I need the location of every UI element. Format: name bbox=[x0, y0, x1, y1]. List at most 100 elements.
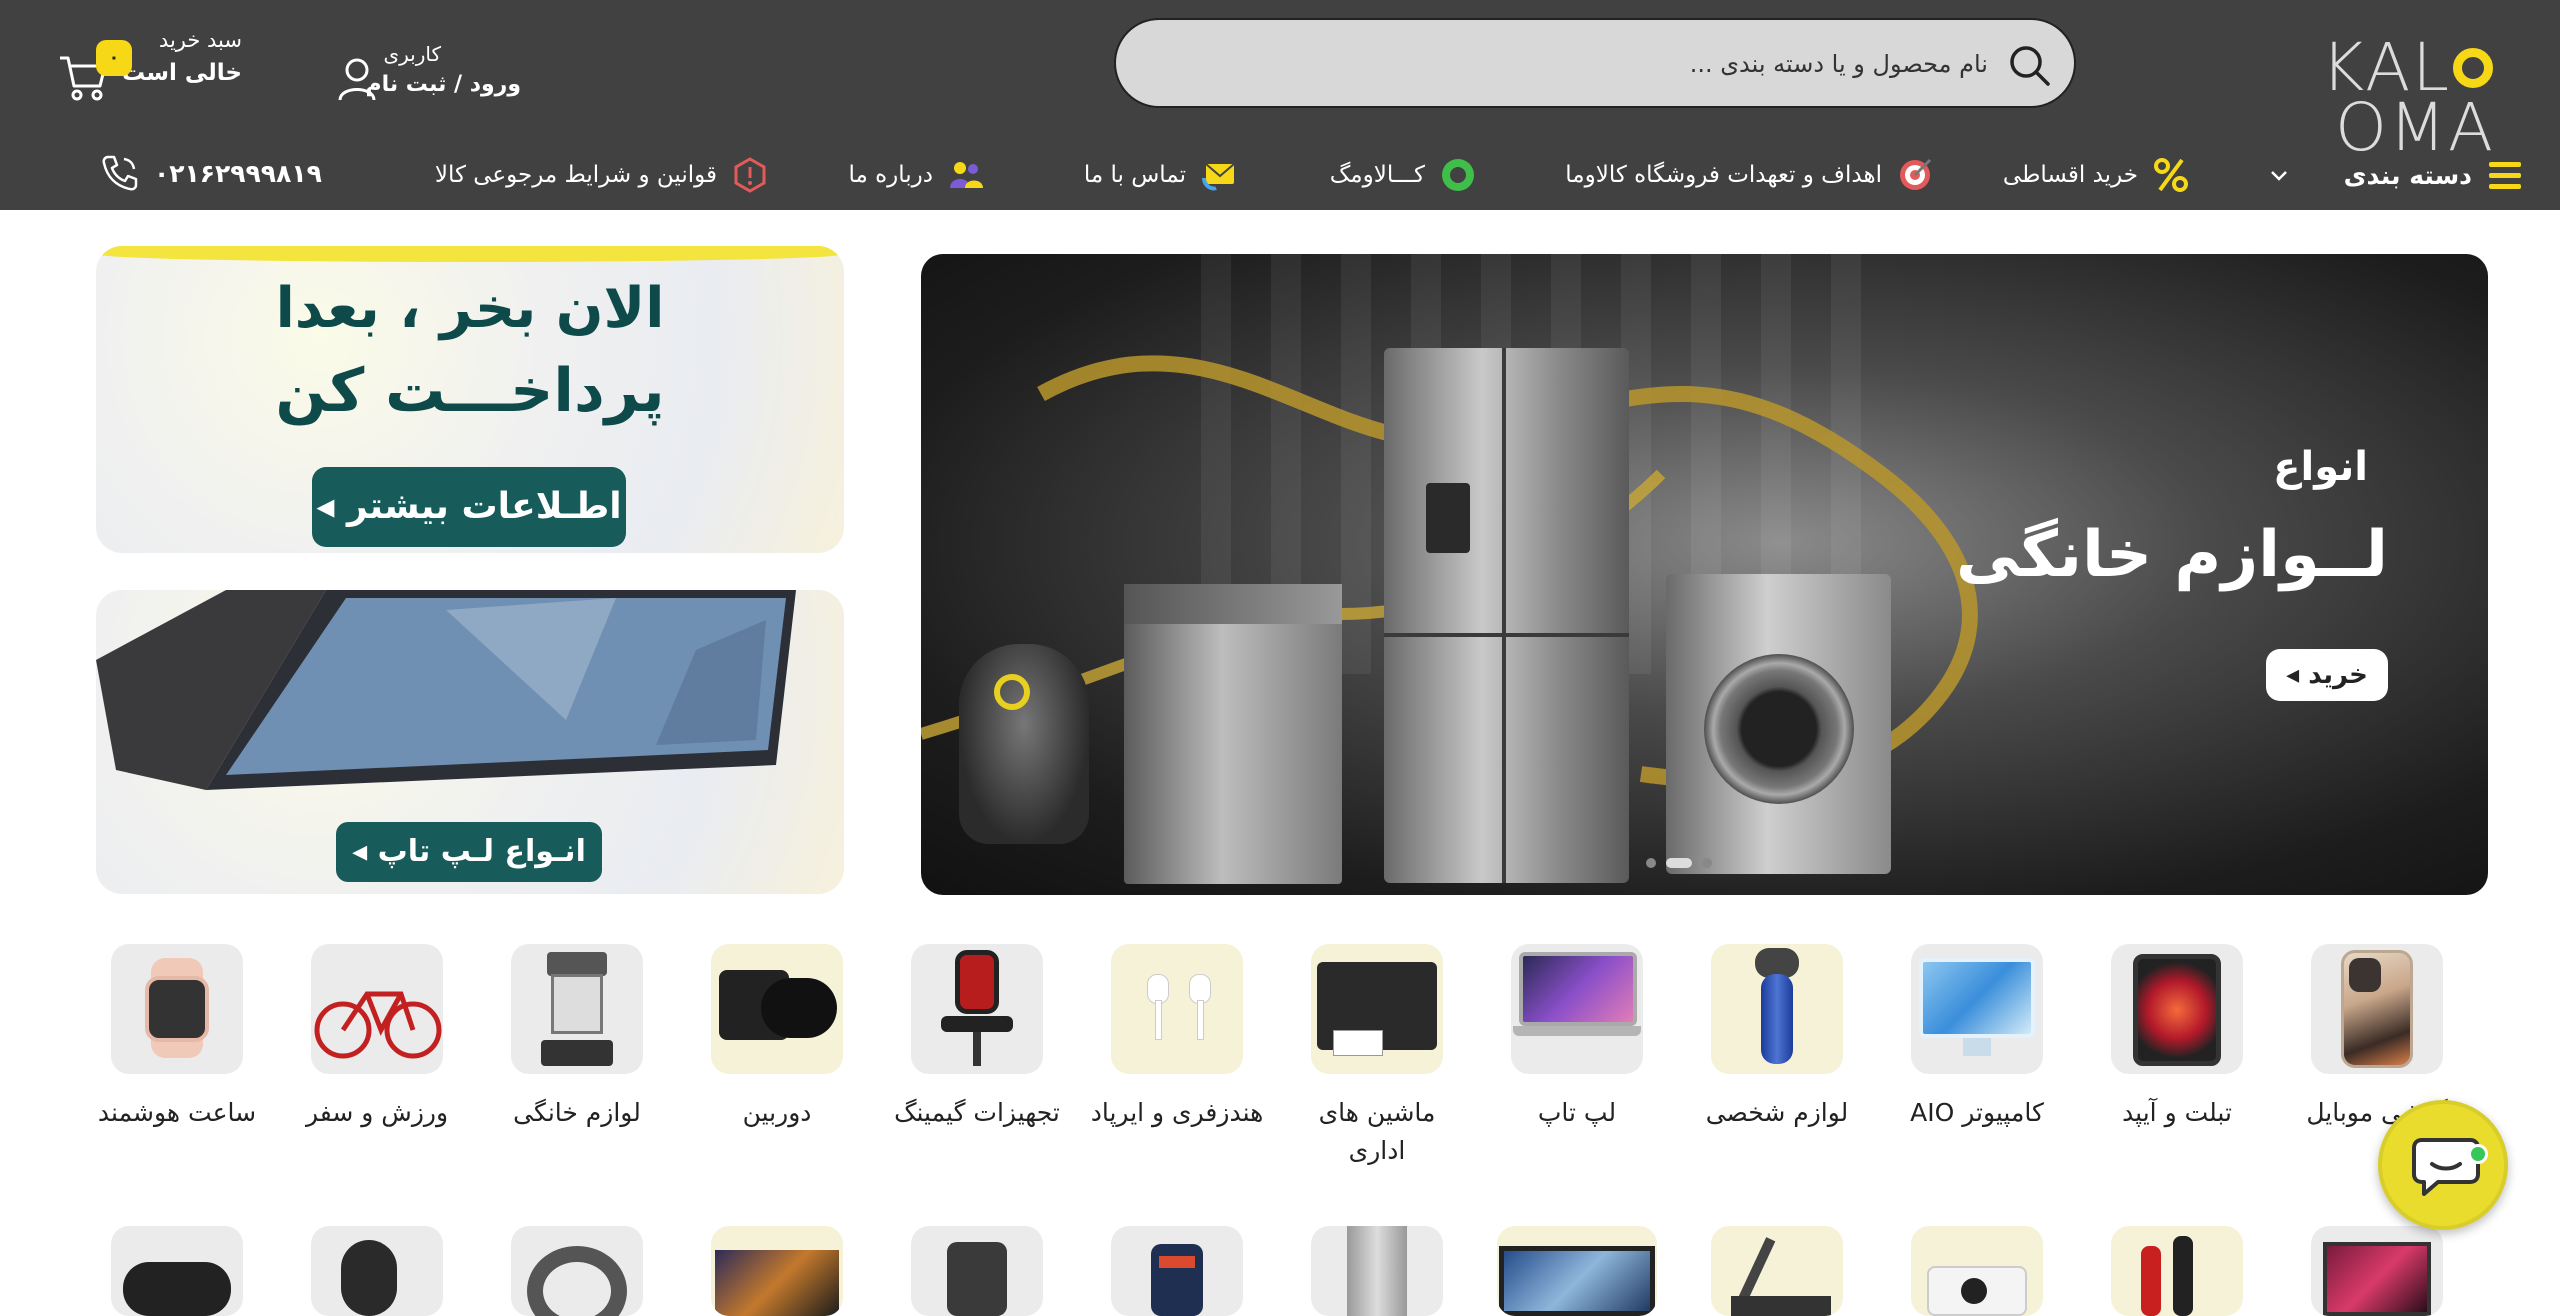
chevron-down-icon bbox=[2270, 171, 2287, 181]
category-thumb-headset[interactable] bbox=[487, 1226, 667, 1316]
slider-dot-active[interactable] bbox=[1666, 858, 1692, 868]
logo[interactable]: KALOMA bbox=[2165, 35, 2495, 161]
category-thumb bbox=[1711, 944, 1843, 1074]
cart-status: خالی است bbox=[122, 60, 242, 86]
category-label: تجهیزات گیمینگ bbox=[894, 1098, 1060, 1127]
more-info-button[interactable]: اطـلاعات بیشتر ◂ bbox=[312, 467, 626, 547]
category-thumb-monitor[interactable] bbox=[687, 1226, 867, 1316]
category-laptop[interactable]: لپ تاپ bbox=[1487, 944, 1667, 1132]
category-thumb bbox=[2111, 944, 2243, 1074]
nav-goals-label: اهداف و تعهدات فروشگاه کالاوما bbox=[1565, 162, 1882, 188]
team-icon bbox=[950, 162, 983, 188]
nav-installment-label: خرید اقساطی bbox=[2002, 162, 2138, 188]
category-earphones[interactable]: هندزفری و ایرپاد bbox=[1087, 944, 1267, 1132]
nav-categories[interactable]: دسته بندی bbox=[2268, 150, 2524, 200]
logo-ring-icon bbox=[2453, 48, 2493, 88]
category-thumb-fridge[interactable] bbox=[1287, 1226, 1467, 1316]
category-thumb-gaming-laptop[interactable] bbox=[2287, 1226, 2467, 1316]
promo-laptop-banner[interactable]: انـواع لـپ تاپ ◂ bbox=[96, 590, 844, 894]
search-input[interactable] bbox=[1228, 42, 1988, 86]
top-bar: KALOMA کاربری ورود / ثبت نام سبد خرید خا… bbox=[0, 0, 2560, 161]
category-thumb bbox=[1111, 944, 1243, 1074]
category-thumb bbox=[111, 944, 243, 1074]
category-label: لوازم خانگی bbox=[513, 1098, 641, 1127]
category-camera[interactable]: دوربین bbox=[687, 944, 867, 1132]
search-icon[interactable] bbox=[2006, 42, 2052, 88]
category-gaming[interactable]: تجهیزات گیمینگ bbox=[887, 944, 1067, 1132]
category-label: لپ تاپ bbox=[1537, 1098, 1617, 1127]
category-tablet[interactable]: تبلت و آیپد bbox=[2087, 944, 2267, 1132]
category-thumb bbox=[511, 944, 643, 1074]
category-thumb bbox=[2311, 944, 2443, 1074]
slider-dot[interactable] bbox=[1646, 858, 1656, 868]
search-box[interactable] bbox=[1114, 18, 2076, 108]
promo1-line2: پرداخـــت کن bbox=[275, 356, 665, 426]
category-aio-computer[interactable]: کامپیوتر AIO bbox=[1887, 944, 2067, 1132]
online-status-dot bbox=[2468, 1144, 2488, 1164]
category-smartwatch[interactable]: ساعت هوشمند bbox=[87, 944, 267, 1132]
nav-rules[interactable]: قوانین و شرایط مرجوعی کالا bbox=[435, 150, 769, 200]
hero-subtitle: انواع bbox=[2273, 444, 2368, 490]
cart[interactable]: سبد خرید خالی است ۰ bbox=[58, 28, 258, 108]
nav-goals[interactable]: اهداف و تعهدات فروشگاه کالاوما bbox=[1565, 150, 1934, 200]
nav-about[interactable]: درباره ما bbox=[848, 150, 985, 200]
category-row: ساعت هوشمند ورزش و سفر لوازم خانگی دوربی… bbox=[0, 944, 2560, 1204]
nav-blog[interactable]: کـــالاومگ bbox=[1330, 150, 1477, 200]
category-thumb-speaker[interactable] bbox=[87, 1226, 267, 1316]
hero-buy-button[interactable]: خرید ◂ bbox=[2266, 649, 2388, 701]
login-register-link[interactable]: ورود / ثبت نام bbox=[366, 72, 522, 97]
laptop-image bbox=[96, 590, 796, 790]
promo1-line1: الان بخر ، بعدا bbox=[275, 276, 665, 341]
user-account[interactable]: کاربری ورود / ثبت نام bbox=[336, 38, 536, 108]
user-icon bbox=[338, 58, 376, 101]
category-thumb-ssd[interactable] bbox=[1087, 1226, 1267, 1316]
category-thumb bbox=[711, 944, 843, 1074]
category-thumb bbox=[911, 944, 1043, 1074]
category-label: تبلت و آیپد bbox=[2122, 1098, 2232, 1127]
percent-icon bbox=[2154, 158, 2188, 192]
category-thumb-powerbank[interactable] bbox=[887, 1226, 1067, 1316]
menu-icon bbox=[2489, 162, 2521, 189]
site-header: KALOMA کاربری ورود / ثبت نام سبد خرید خا… bbox=[0, 0, 2560, 210]
warning-icon bbox=[734, 157, 766, 193]
vacuum-cleaner-image bbox=[959, 644, 1089, 844]
envelope-phone-icon bbox=[1202, 163, 1235, 191]
user-label: کاربری bbox=[383, 42, 441, 66]
category-label: لوازم شخصی bbox=[1705, 1098, 1849, 1127]
category-thumb-microphone[interactable] bbox=[287, 1226, 467, 1316]
category-sport-travel[interactable]: ورزش و سفر bbox=[287, 944, 467, 1132]
category-label: ماشین های اداری bbox=[1318, 1098, 1436, 1165]
promo-installment-banner[interactable]: الان بخر ، بعدا پرداخـــت کن اطـلاعات بی… bbox=[96, 246, 844, 553]
nav-categories-label: دسته بندی bbox=[2343, 160, 2472, 190]
hero-slider[interactable]: انواع لــوازم خانگی خرید ◂ bbox=[921, 254, 2488, 895]
category-office-machines[interactable]: ماشین های اداری bbox=[1287, 944, 1467, 1170]
nav-installment[interactable]: خرید اقساطی bbox=[2003, 150, 2190, 200]
slider-dots bbox=[1646, 856, 1712, 870]
main-nav: دسته بندی خرید اقساطی اهداف و تعهدات فرو… bbox=[0, 140, 2560, 210]
category-row-2 bbox=[0, 1222, 2560, 1316]
category-thumb-treadmill[interactable] bbox=[1687, 1226, 1867, 1316]
category-personal-care[interactable]: لوازم شخصی bbox=[1687, 944, 1867, 1132]
category-thumb-beauty[interactable] bbox=[2087, 1226, 2267, 1316]
phone-icon bbox=[102, 155, 138, 191]
support-phone[interactable]: ۰۲۱۶۲۹۹۹۸۱۹ bbox=[100, 148, 322, 198]
nav-contact[interactable]: تماس با ما bbox=[1084, 150, 1238, 200]
chat-bubble-icon bbox=[2412, 1138, 2480, 1196]
category-thumb bbox=[1911, 944, 2043, 1074]
nav-rules-label: قوانین و شرایط مرجوعی کالا bbox=[434, 162, 717, 188]
category-thumb-projector[interactable] bbox=[1887, 1226, 2067, 1316]
category-thumb bbox=[1511, 944, 1643, 1074]
category-label: کامپیوتر AIO bbox=[1910, 1098, 2044, 1127]
refrigerator-image bbox=[1384, 348, 1629, 883]
dishwasher-image bbox=[1124, 584, 1342, 884]
nav-about-label: درباره ما bbox=[848, 162, 933, 188]
category-label: ورزش و سفر bbox=[305, 1098, 449, 1127]
category-home-appliances[interactable]: لوازم خانگی bbox=[487, 944, 667, 1132]
kalaomag-icon bbox=[1442, 159, 1474, 191]
cart-count-badge: ۰ bbox=[96, 40, 132, 76]
nav-contact-label: تماس با ما bbox=[1083, 162, 1186, 188]
category-thumb-tv[interactable] bbox=[1487, 1226, 1667, 1316]
chat-support-button[interactable] bbox=[2378, 1100, 2508, 1230]
slider-dot[interactable] bbox=[1702, 858, 1712, 868]
laptop-types-button[interactable]: انـواع لـپ تاپ ◂ bbox=[336, 822, 602, 882]
